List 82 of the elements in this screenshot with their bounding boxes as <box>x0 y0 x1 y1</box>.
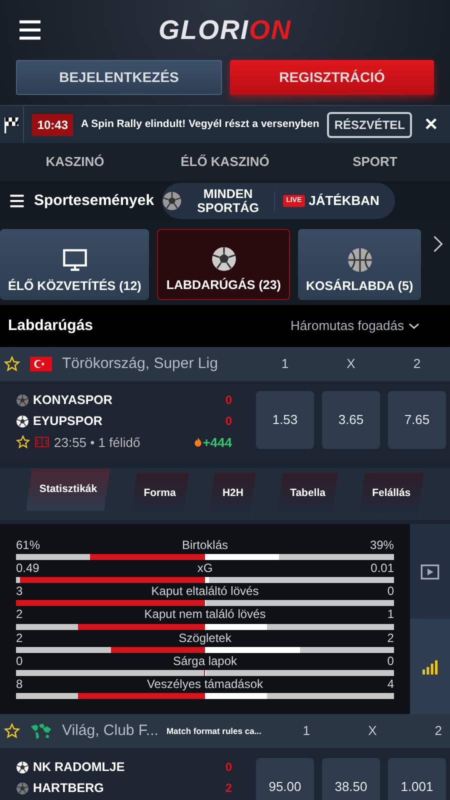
close-button[interactable]: ✕ <box>420 112 442 138</box>
football-icon <box>162 191 182 211</box>
stat-value: 3 <box>16 585 23 598</box>
odds-button[interactable]: 3.65 <box>322 391 380 449</box>
stat-value: 0.01 <box>370 562 394 576</box>
stat-value: 0 <box>387 654 394 668</box>
sport-tile[interactable]: KOSÁRLABDA (5) <box>298 229 422 300</box>
league-name: Törökország, Super Lig <box>62 354 218 374</box>
register-button[interactable]: REGISZTRÁCIÓ <box>230 60 434 95</box>
stat-value: 0 <box>387 585 394 598</box>
stat-label: xG <box>197 562 213 576</box>
stats-tab[interactable]: Felállás <box>362 473 421 515</box>
football-icon <box>210 246 237 272</box>
favorite-star-icon[interactable] <box>4 723 20 739</box>
stat-value: 8 <box>16 678 23 692</box>
sport-tile[interactable]: ÉLŐ KÖZVETÍTÉS (12) <box>0 229 150 300</box>
market-dropdown[interactable]: Háromutas fogadás <box>284 315 426 337</box>
team-name: KONYASPOR <box>33 392 114 409</box>
stat-label: Veszélyes támadások <box>146 678 264 692</box>
section-title: Labdarúgás <box>8 316 94 336</box>
pitch-icon <box>34 435 50 450</box>
banner-message: A Spin Rally elindult! Vegyél részt a versenyben <box>81 116 320 132</box>
all-sports-button[interactable]: MINDEN SPORTÁG <box>182 186 274 216</box>
stat-value: 1 <box>387 608 394 622</box>
league-name: Világ, Club F... <box>62 720 158 741</box>
column-header: X <box>346 355 356 374</box>
score: 2 <box>225 780 232 798</box>
stats-tab[interactable]: H2H <box>212 473 254 515</box>
stats-button[interactable] <box>410 619 450 714</box>
stat-label: Sárga lapok <box>172 654 238 668</box>
nav-tab[interactable]: KASZINÓ <box>0 143 150 181</box>
stats-tab[interactable]: Statisztikák <box>29 469 108 511</box>
column-header: 1 <box>302 722 312 740</box>
nav-tab[interactable]: ÉLŐ KASZINÓ <box>150 143 300 181</box>
score: 0 <box>225 413 232 430</box>
join-button[interactable]: RÉSZVÉTEL <box>327 112 412 138</box>
stat-value: 39% <box>370 538 394 552</box>
more-markets-button[interactable]: +444 <box>192 432 232 452</box>
stat-label: Kaput eltaláltó lövés <box>151 585 259 598</box>
match-time: 23:55 • 1 félidő <box>54 434 142 452</box>
play-icon <box>420 562 440 582</box>
stat-value: 2 <box>387 632 394 645</box>
stats-tab[interactable]: Forma <box>134 473 186 515</box>
odds-button[interactable]: 38.50 <box>322 758 380 800</box>
team-name: NK RADOMLJE <box>33 759 126 776</box>
odds-button[interactable]: 95.00 <box>256 758 314 800</box>
fire-icon <box>192 436 203 448</box>
stats-tab[interactable]: Tabella <box>280 473 336 515</box>
stat-value: 2 <box>16 632 23 645</box>
league-note: Match format rules ca... <box>166 724 262 738</box>
column-header: 1 <box>280 355 290 374</box>
sport-tile[interactable]: LABDARÚGÁS (23) <box>157 229 290 300</box>
team-name: HARTBERG <box>33 780 105 797</box>
logo-text: ON <box>249 14 292 44</box>
nav-tab[interactable]: SPORT <box>300 143 450 181</box>
odds-button[interactable]: 7.65 <box>388 391 446 449</box>
stat-value: 4 <box>387 678 394 692</box>
column-header: X <box>367 722 378 740</box>
stat-label: Szögletek <box>178 632 232 645</box>
tv-icon <box>62 247 88 274</box>
favorite-star-icon[interactable] <box>4 356 20 372</box>
basketball-icon <box>346 247 373 274</box>
timer: 10:43 <box>32 114 74 136</box>
stat-value: 2 <box>16 608 23 622</box>
stat-value: 0 <box>16 654 23 668</box>
odds-button[interactable]: 1.001 <box>388 758 446 800</box>
stat-label: Kaput nem találó lövés <box>144 608 266 622</box>
in-play-button[interactable]: JÁTÉKBAN <box>308 191 380 211</box>
favorite-star-icon[interactable] <box>16 435 30 450</box>
score: 0 <box>225 759 232 776</box>
stat-value: 0.49 <box>16 562 40 576</box>
team-name: EYUPSPOR <box>33 412 104 430</box>
stat-value: 61% <box>16 538 40 552</box>
menu-icon[interactable] <box>8 192 26 210</box>
score: 0 <box>225 392 232 410</box>
stat-label: Birtoklás <box>182 538 228 552</box>
odds-button[interactable]: 1.53 <box>256 391 314 449</box>
sport-events-label: Sportesemények <box>34 190 154 211</box>
logo-text: GLORI <box>158 14 249 44</box>
column-header: 2 <box>434 722 444 740</box>
column-header: 2 <box>412 355 422 374</box>
login-button[interactable]: BEJELENTKEZÉS <box>16 60 222 95</box>
